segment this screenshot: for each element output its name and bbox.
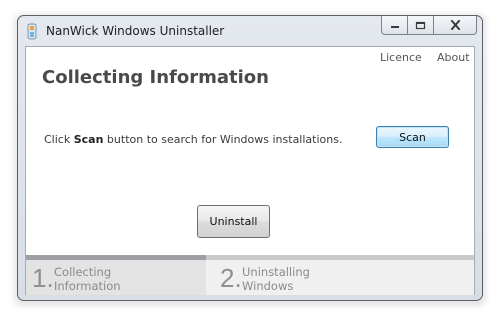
title-bar[interactable]: NanWick Windows Uninstaller	[18, 16, 482, 46]
scan-button[interactable]: Scan	[376, 126, 449, 148]
step-label: Uninstalling Windows	[242, 265, 310, 293]
window-title: NanWick Windows Uninstaller	[46, 24, 225, 38]
close-icon	[450, 20, 460, 30]
uninstaller-app-icon	[27, 23, 37, 40]
step-label: Collecting Information	[54, 265, 121, 293]
step-label-line1: Uninstalling	[242, 265, 310, 279]
wizard-steps: 1. Collecting Information 2. Uninstallin…	[26, 260, 474, 295]
about-link[interactable]: About	[437, 51, 470, 64]
client-area: Licence About Collecting Information Cli…	[25, 46, 475, 295]
instruction-suffix: button to search for Windows installatio…	[106, 133, 343, 146]
step-number: 1.	[32, 263, 54, 293]
step-label-line2: Information	[54, 279, 121, 293]
uninstall-button[interactable]: Uninstall	[197, 205, 270, 238]
maximize-icon	[415, 21, 426, 29]
maximize-button[interactable]	[407, 16, 434, 35]
step-collecting-information: 1. Collecting Information	[26, 260, 206, 295]
uninstaller-window: NanWick Windows Uninstaller Licence Abou…	[17, 15, 483, 301]
step-number: 2.	[220, 263, 242, 293]
minimize-icon	[390, 26, 399, 28]
caption-buttons	[381, 16, 477, 36]
minimize-button[interactable]	[381, 16, 408, 35]
instruction-prefix: Click	[44, 133, 71, 146]
step-uninstalling-windows: 2. Uninstalling Windows	[206, 260, 474, 295]
instruction-text: Click Scan button to search for Windows …	[44, 133, 342, 146]
close-button[interactable]	[433, 16, 477, 35]
step-label-line1: Collecting	[54, 265, 112, 279]
instruction-bold: Scan	[73, 133, 104, 146]
step-label-line2: Windows	[242, 279, 294, 293]
licence-link[interactable]: Licence	[380, 51, 422, 64]
page-title: Collecting Information	[42, 67, 269, 88]
